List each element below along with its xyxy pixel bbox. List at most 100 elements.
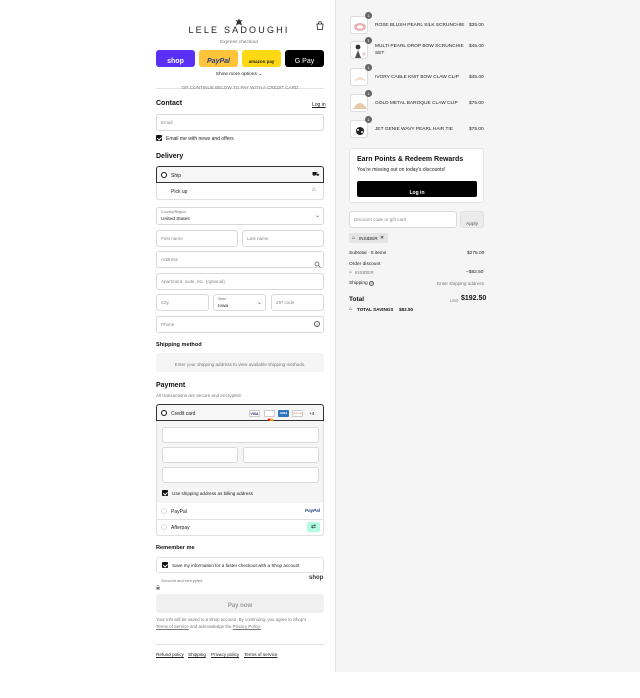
refund-policy-link[interactable]: Refund policy — [156, 652, 184, 657]
google-pay-button[interactable]: G Pay — [285, 50, 324, 67]
total-value: $192.50 — [461, 295, 487, 302]
google-pay-label: G Pay — [294, 58, 315, 65]
apply-button[interactable]: Apply — [460, 211, 484, 228]
afterpay-label: Afterpay — [171, 524, 190, 531]
pay-now-label: Pay now — [227, 603, 253, 609]
news-label: Email me with news and offers — [166, 136, 234, 142]
contact-heading: Contact — [156, 100, 183, 107]
total-savings-value: $82.50 — [399, 307, 414, 312]
info-icon[interactable]: ? — [369, 281, 374, 286]
state-select[interactable]: State Iowa ⌄ — [213, 294, 266, 311]
ship-label: Ship — [171, 172, 182, 179]
email-placeholder: Email — [161, 120, 173, 125]
afterpay-radio[interactable] — [161, 523, 167, 530]
address-field[interactable]: Address — [156, 251, 324, 268]
email-field[interactable]: Email — [156, 114, 324, 131]
first-name-field[interactable]: First name — [156, 230, 238, 247]
paypal-button[interactable]: PayPal — [199, 50, 238, 67]
store-icon: ⌂ — [312, 187, 316, 193]
remember-box[interactable]: Save my information for a faster checkou… — [156, 557, 324, 573]
chevron-down-icon: ⌄ — [257, 300, 263, 306]
discount-tag: ⌂ INSIDER ✕ — [349, 233, 388, 243]
brand-logo[interactable]: LELE SADOUGHI — [176, 25, 302, 35]
rewards-login-button[interactable]: Log in — [357, 181, 477, 197]
country-label: Country/Region — [161, 210, 186, 214]
product-thumbnail — [350, 16, 368, 34]
billing-checkbox[interactable] — [162, 490, 168, 496]
discount-value: −$82.50 — [466, 270, 484, 275]
phone-field[interactable]: Phone ? — [156, 316, 324, 333]
paypal-label: PayPal — [207, 58, 230, 65]
shipping-policy-link[interactable]: Shipping — [188, 652, 206, 657]
rewards-title: Earn Points & Redeem Rewards — [357, 156, 464, 163]
product-thumbnail — [350, 68, 368, 86]
product-thumbnail — [350, 41, 368, 59]
product-thumbnail — [350, 120, 368, 138]
paypal-option-label: PayPal — [171, 508, 187, 515]
pickup-option[interactable]: Pick up ⌂ — [156, 183, 324, 200]
shipping-method-box: Enter your shipping address to view avai… — [156, 353, 324, 372]
subtotal-value: $275.00 — [467, 251, 485, 256]
discount-code-label: INSIDER — [355, 270, 374, 275]
expiration-field[interactable] — [162, 447, 238, 463]
shop-pay-label: shop — [167, 58, 184, 65]
currency-code: USD — [450, 298, 459, 303]
amex-icon: AMEX — [278, 409, 289, 417]
credit-card-radio[interactable] — [161, 409, 167, 416]
zip-field[interactable]: ZIP code — [271, 294, 324, 311]
discount-placeholder: Discount code or gift card — [354, 217, 407, 222]
rewards-subtitle: You're missing out on today's discounts! — [357, 167, 446, 173]
product-price: $75.00 — [469, 101, 484, 106]
apartment-field[interactable]: Apartment, suite, etc. (optional) — [156, 273, 324, 290]
truck-icon: ⛟ — [312, 172, 320, 178]
zip-placeholder: ZIP code — [276, 300, 295, 305]
brand-mark-icon — [235, 13, 243, 26]
city-field[interactable]: City — [156, 294, 209, 311]
checkout-page: LELE SADOUGHI Express checkout shop PayP… — [0, 0, 640, 698]
help-icon[interactable]: ? — [314, 320, 320, 327]
discount-code-field[interactable]: Discount code or gift card — [349, 211, 457, 228]
quantity-badge: 1 — [365, 64, 372, 71]
amazon-pay-button[interactable]: amazon pay — [242, 50, 281, 67]
credit-card-option[interactable]: Credit card VISA AMEX DISCOVER +4 — [156, 404, 324, 422]
card-number-field[interactable] — [162, 427, 319, 443]
product-name: MULTI PEARL DROP BOW SCRUNCHIE — [375, 44, 464, 49]
terms-of-service-link[interactable]: Terms of service — [244, 652, 277, 657]
show-more-options[interactable]: Show more options ⌄ — [176, 72, 302, 77]
last-name-field[interactable]: Last name — [242, 230, 324, 247]
security-code-field[interactable] — [243, 447, 319, 463]
remember-checkbox[interactable] — [162, 562, 168, 568]
afterpay-icon: ⇄ — [307, 522, 320, 532]
shop-pay-button[interactable]: shop — [156, 50, 195, 67]
product-thumbnail — [350, 94, 368, 112]
express-checkout-title: Express checkout — [220, 40, 258, 45]
ship-radio[interactable] — [161, 171, 167, 178]
payment-heading: Payment — [156, 382, 186, 389]
name-on-card-field[interactable] — [162, 467, 319, 483]
rewards-login-label: Log in — [409, 190, 425, 196]
pay-now-button[interactable]: Pay now — [156, 594, 324, 613]
terms-link[interactable]: Terms of Service — [156, 624, 189, 629]
credit-card-label: Credit card — [171, 410, 196, 417]
apartment-placeholder: Apartment, suite, etc. (optional) — [161, 279, 225, 284]
shipping-label: Shipping — [349, 281, 368, 286]
order-discount-label: Order discount — [349, 262, 381, 267]
remove-discount-icon[interactable]: ✕ — [380, 235, 384, 241]
afterpay-option[interactable]: Afterpay ⇄ — [156, 519, 324, 536]
express-divider-text: OR CONTINUE BELOW TO PAY WITH A CREDIT C… — [181, 85, 299, 90]
ship-option[interactable]: Ship ⛟ — [156, 166, 324, 183]
news-checkbox[interactable] — [156, 135, 162, 141]
privacy-policy-link[interactable]: Privacy policy — [211, 652, 239, 657]
mastercard-icon — [264, 409, 275, 422]
log-in-link[interactable]: Log in — [312, 102, 326, 108]
visa-icon: VISA — [249, 409, 260, 417]
pickup-radio[interactable] — [161, 187, 167, 194]
country-select[interactable]: Country/Region United States ⌄ — [156, 207, 324, 225]
remember-label: Save my information for a faster checkou… — [172, 563, 300, 568]
privacy-link[interactable]: Privacy Policy. — [233, 624, 261, 629]
paypal-option[interactable]: PayPal PayPal — [156, 503, 324, 520]
payment-subtitle: All transactions are secure and encrypte… — [156, 393, 242, 398]
shipping-value: Enter shipping address — [437, 281, 484, 286]
paypal-radio[interactable] — [161, 507, 167, 514]
cart-icon[interactable] — [316, 17, 324, 30]
